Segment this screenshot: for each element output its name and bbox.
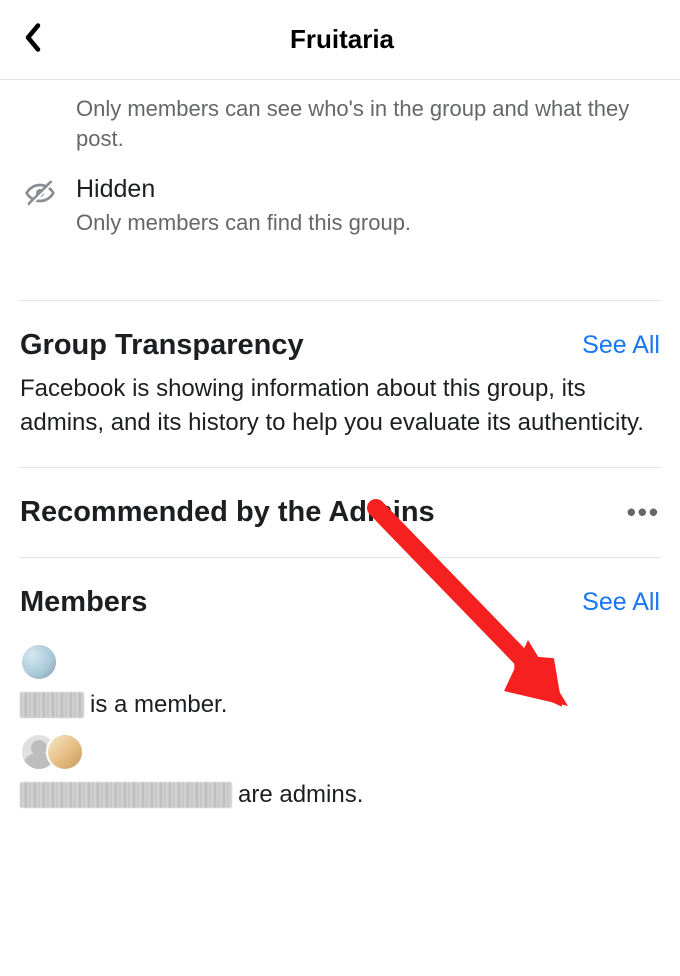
recommended-header: Recommended by the Admins ••• — [20, 496, 660, 557]
transparency-section: Group Transparency See All Facebook is s… — [20, 301, 660, 467]
hidden-icon — [20, 177, 60, 209]
redacted-names — [20, 782, 232, 808]
member-text: is a member. — [20, 691, 660, 719]
recommended-section: Recommended by the Admins ••• — [20, 468, 660, 557]
transparency-see-all[interactable]: See All — [582, 331, 660, 360]
back-button[interactable] — [24, 22, 42, 57]
privacy-members-desc: Only members can see who's in the group … — [76, 94, 660, 153]
transparency-body: Facebook is showing information about th… — [20, 372, 660, 467]
members-heading: Members — [20, 586, 147, 619]
admin-avatars — [20, 733, 660, 771]
avatar[interactable] — [46, 733, 84, 771]
admin-suffix: are admins. — [238, 781, 363, 809]
members-header: Members See All — [20, 586, 660, 629]
member-row: are admins. — [20, 719, 660, 809]
hidden-desc: Only members can find this group. — [76, 208, 660, 238]
avatar[interactable] — [20, 643, 58, 681]
more-button[interactable]: ••• — [627, 497, 660, 528]
privacy-members-info: Only members can see who's in the group … — [20, 80, 660, 157]
header: Fruitaria — [0, 0, 680, 80]
transparency-header: Group Transparency See All — [20, 329, 660, 372]
member-suffix: is a member. — [90, 691, 227, 719]
members-section: Members See All is a member. are admins. — [20, 558, 660, 809]
members-see-all[interactable]: See All — [582, 588, 660, 617]
recommended-heading: Recommended by the Admins — [20, 496, 435, 529]
chevron-left-icon — [24, 22, 42, 52]
member-row: is a member. — [20, 629, 660, 719]
hidden-title: Hidden — [76, 175, 660, 204]
privacy-hidden-info: Hidden Only members can find this group. — [20, 157, 660, 242]
admin-text: are admins. — [20, 781, 660, 809]
page-title: Fruitaria — [24, 24, 660, 55]
content: Only members can see who's in the group … — [0, 80, 680, 809]
transparency-heading: Group Transparency — [20, 329, 304, 362]
member-avatars — [20, 643, 660, 681]
redacted-name — [20, 692, 84, 718]
